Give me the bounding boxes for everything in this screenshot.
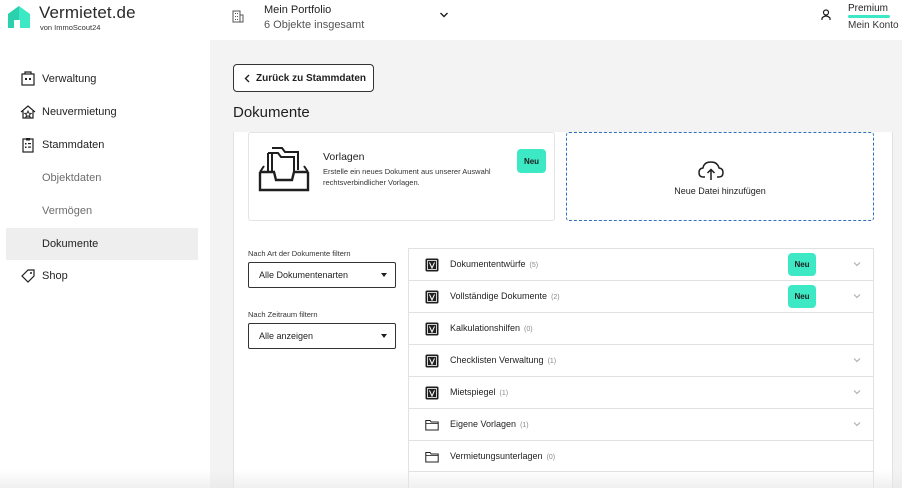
list-item-count: (0) [524, 326, 533, 333]
caret-down-icon [381, 273, 387, 277]
list-item-label: Dokumententwürfe [450, 259, 526, 269]
brand-subtitle: von ImmoScout24 [40, 23, 101, 32]
folder-icon [425, 420, 439, 431]
new-badge: Neu [517, 149, 546, 173]
document-category-list: Dokumententwürfe (5) Neu Vollständige Dok… [408, 248, 874, 488]
document-tray-icon [258, 147, 310, 192]
sidebar-item-label: Shop [42, 270, 68, 282]
chevron-down-icon[interactable] [853, 421, 861, 427]
sidebar-item-label: Verwaltung [42, 73, 97, 85]
v-doc-icon [425, 354, 439, 368]
sidebar-item-dokumente[interactable]: Dokumente [6, 228, 198, 260]
account-link[interactable]: Mein Konto [848, 20, 899, 31]
list-item-count: (1) [499, 390, 509, 397]
cloud-upload-icon [698, 161, 724, 180]
chevron-left-icon [244, 74, 250, 82]
v-doc-icon [425, 290, 439, 304]
chevron-down-icon[interactable] [853, 293, 861, 299]
premium-label[interactable]: Premium [848, 3, 888, 14]
building-icon [232, 10, 244, 23]
sidebar-item-label: Stammdaten [42, 139, 105, 151]
vorlagen-title: Vorlagen [323, 151, 365, 163]
time-filter-label: Nach Zeitraum filtern [248, 310, 318, 319]
type-filter-select[interactable]: Alle Dokumentenarten [248, 262, 396, 288]
new-badge: Neu [788, 253, 816, 276]
sidebar-item-stammdaten[interactable]: Stammdaten [6, 129, 198, 161]
sidebar-item-label: Dokumente [42, 238, 99, 250]
back-button-label: Zurück zu Stammdaten [256, 72, 367, 84]
sidebar-item-objektdaten[interactable]: Objektdaten [6, 162, 198, 194]
list-item-vollstaendige-dokumente[interactable]: Vollständige Dokumente (2) Neu [409, 280, 873, 312]
building-icon [21, 71, 35, 86]
sidebar-item-label: Objektdaten [42, 172, 102, 184]
list-item-label: Kalkulationshilfen [450, 323, 521, 333]
list-item-vermietungsunterlagen[interactable]: Vermietungsunterlagen (0) [409, 440, 873, 472]
time-filter-select[interactable]: Alle anzeigen [248, 323, 396, 349]
tag-icon [21, 269, 35, 283]
chevron-down-icon[interactable] [853, 357, 861, 363]
sidebar-item-label: Vermögen [42, 205, 93, 217]
sidebar-item-vermoegen[interactable]: Vermögen [6, 195, 198, 227]
v-doc-icon [425, 258, 439, 272]
sidebar-item-neuvermietung[interactable]: Neuvermietung [6, 96, 198, 128]
list-item-label: Checklisten Verwaltung [450, 355, 544, 365]
type-filter-value: Alle Dokumentenarten [259, 270, 349, 280]
chevron-down-icon[interactable] [853, 261, 861, 267]
upload-label: Neue Datei hinzufügen [674, 186, 766, 196]
list-item-count: (0) [546, 454, 556, 461]
upload-dropzone[interactable]: Neue Datei hinzufügen [566, 132, 874, 221]
portfolio-title[interactable]: Mein Portfolio [264, 4, 331, 16]
folder-icon [425, 452, 439, 463]
user-icon[interactable] [821, 9, 831, 21]
clipboard-icon [22, 138, 34, 153]
house-star-icon [20, 105, 36, 119]
new-badge: Neu [788, 285, 816, 308]
page-title: Dokumente [233, 104, 310, 121]
portfolio-subtitle[interactable]: 6 Objekte insgesamt [264, 19, 364, 31]
sidebar-item-shop[interactable]: Shop [6, 260, 198, 292]
type-filter-label: Nach Art der Dokumente filtern [248, 249, 351, 258]
list-item-label: Vollständige Dokumente [450, 291, 548, 301]
caret-down-icon [381, 334, 387, 338]
sidebar-item-label: Neuvermietung [42, 106, 117, 118]
brand-name[interactable]: Vermietet.de [39, 3, 136, 23]
vorlagen-card[interactable]: Vorlagen Erstelle ein neues Dokument aus… [248, 132, 555, 221]
list-item-mietspiegel[interactable]: Mietspiegel (1) [409, 376, 873, 408]
list-item-eigene-vorlagen[interactable]: Eigene Vorlagen (1) [409, 408, 873, 440]
list-item-kalkulationshilfen[interactable]: Kalkulationshilfen (0) [409, 312, 873, 344]
list-item-checklisten-verwaltung[interactable]: Checklisten Verwaltung (1) [409, 344, 873, 376]
list-item-count: (5) [529, 262, 539, 269]
list-item-dokumententwuerfe[interactable]: Dokumententwürfe (5) Neu [409, 248, 873, 280]
list-item-label: Eigene Vorlagen [450, 419, 517, 429]
list-item-label: Mietspiegel [450, 387, 496, 397]
chevron-down-icon[interactable] [439, 11, 449, 19]
vermietet-logo-icon[interactable] [6, 4, 32, 30]
list-item-count: (2) [551, 294, 560, 301]
chevron-down-icon[interactable] [853, 389, 861, 395]
premium-underline [848, 15, 890, 18]
back-to-stammdaten-button[interactable]: Zurück zu Stammdaten [233, 64, 374, 92]
documents-panel: Vorlagen Erstelle ein neues Dokument aus… [233, 132, 893, 488]
v-doc-icon [425, 386, 439, 400]
time-filter-value: Alle anzeigen [259, 331, 314, 341]
vorlagen-description: Erstelle ein neues Dokument aus unserer … [323, 167, 491, 187]
list-item-count: (1) [547, 358, 557, 365]
list-item-label: Vermietungsunterlagen [450, 451, 543, 461]
list-item-count: (1) [520, 422, 529, 429]
v-doc-icon [425, 322, 439, 336]
top-header: Vermietet.de von ImmoScout24 Mein Portfo… [0, 0, 902, 40]
main-content: Zurück zu Stammdaten Dokumente Vorlagen … [210, 40, 902, 488]
sidebar: Verwaltung Neuvermietung Stammdaten Obje… [0, 40, 210, 488]
sidebar-item-verwaltung[interactable]: Verwaltung [6, 63, 198, 95]
